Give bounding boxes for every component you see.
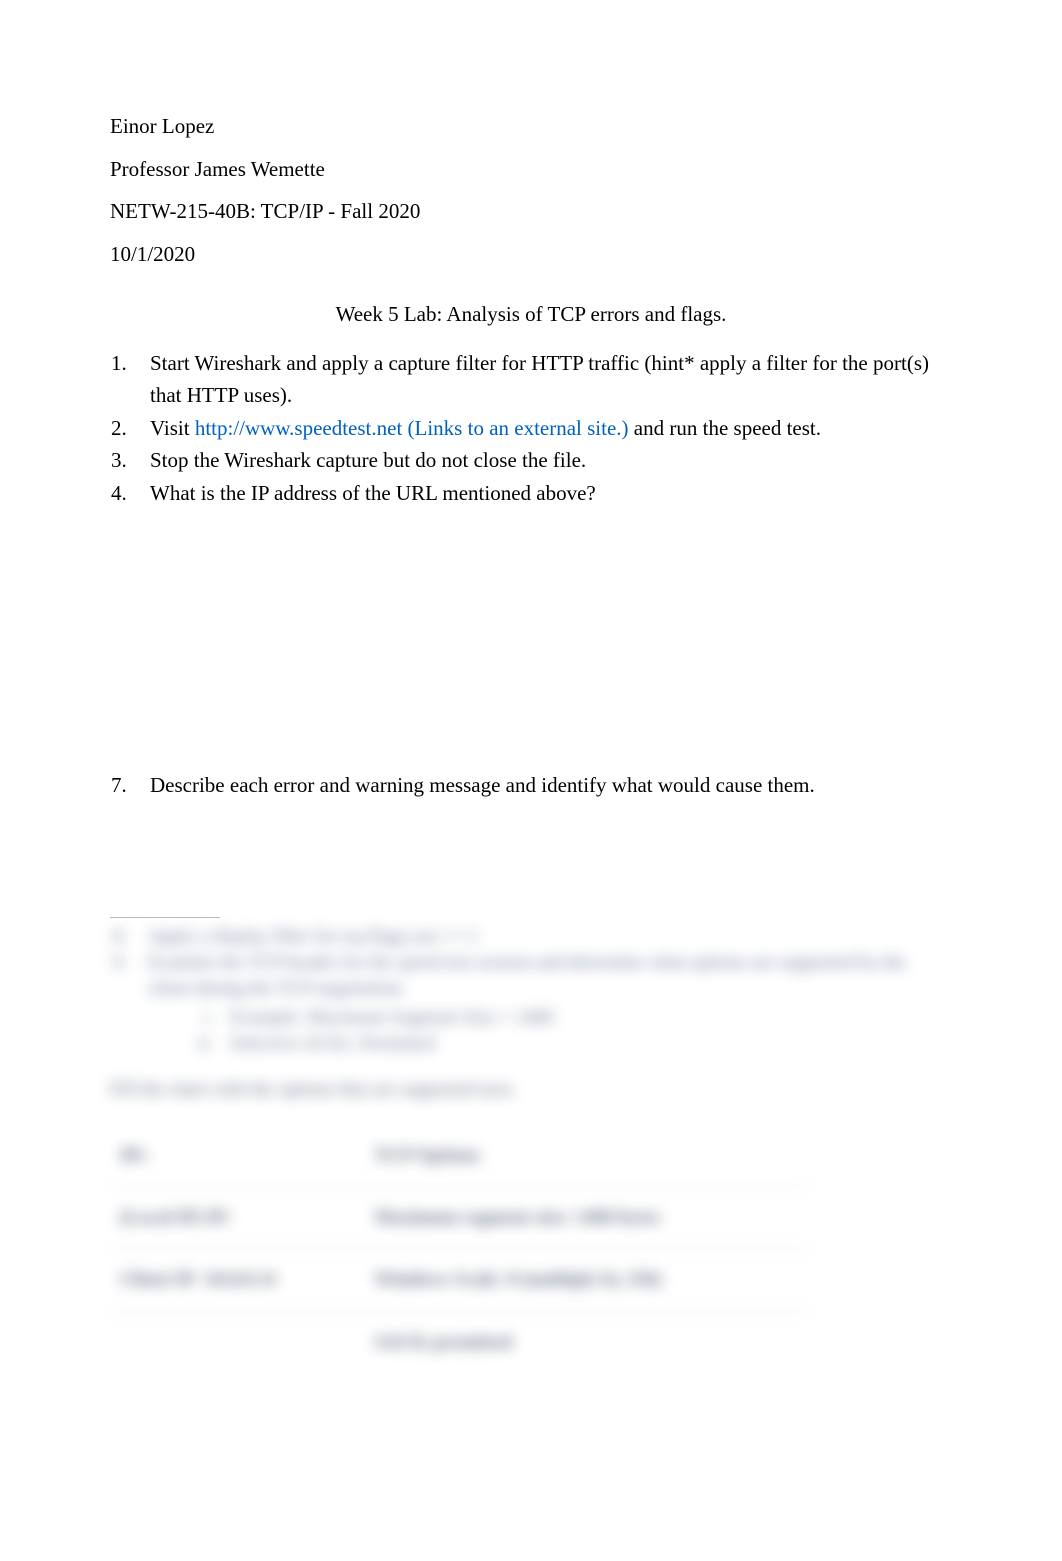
- list-text: Describe each error and warning message …: [150, 773, 815, 797]
- course-line: NETW-215-40B: TCP/IP - Fall 2020: [110, 195, 952, 228]
- list-item: Examine the TCP header for the speed tes…: [132, 950, 952, 1057]
- list-text: Start Wireshark and apply a capture filt…: [150, 351, 929, 408]
- list-item: Visit http://www.speedtest.net (Links to…: [132, 412, 952, 445]
- table-row: IPs TCP Options: [110, 1125, 809, 1187]
- date-line: 10/1/2020: [110, 238, 952, 271]
- list-item: Selective ACKs: Permitted: [218, 1031, 952, 1057]
- list-text: What is the IP address of the URL mentio…: [150, 481, 596, 505]
- table-cell: Client IP: 10.0.0.14: [110, 1249, 364, 1311]
- obscured-list: Apply a display filter for tcp.flags.syn…: [110, 924, 952, 1057]
- document-title: Week 5 Lab: Analysis of TCP errors and f…: [110, 298, 952, 331]
- table-cell: [110, 1311, 364, 1373]
- obscured-text: Example: Maximum Segment Size = 1460: [230, 1007, 554, 1028]
- instruction-list-continued: Describe each error and warning message …: [110, 769, 952, 802]
- table-row: (Local IP) IP: Maximum segment size: 146…: [110, 1186, 809, 1248]
- obscured-text: Apply a display filter for tcp.flags.syn…: [148, 926, 478, 947]
- table-header: TCP Options: [364, 1125, 809, 1187]
- list-item: Describe each error and warning message …: [132, 769, 952, 802]
- table-cell: (Local IP) IP:: [110, 1186, 364, 1248]
- table-header: IPs: [110, 1125, 364, 1187]
- spacer: [110, 802, 952, 917]
- table-cell: SACK permitted: [364, 1311, 809, 1373]
- divider: [110, 917, 220, 918]
- table-row: SACK permitted: [110, 1311, 809, 1373]
- obscured-text: Selective ACKs: Permitted: [230, 1033, 435, 1054]
- obscured-content: Apply a display filter for tcp.flags.syn…: [110, 924, 952, 1373]
- table-cell: Windows Scale: 8 (multiply by 256): [364, 1249, 809, 1311]
- author-line: Einor Lopez: [110, 110, 952, 143]
- table-cell: Maximum segment size: 1460 bytes: [364, 1186, 809, 1248]
- list-item: What is the IP address of the URL mentio…: [132, 477, 952, 510]
- tcp-options-table: IPs TCP Options (Local IP) IP: Maximum s…: [110, 1125, 809, 1374]
- obscured-sublist: Example: Maximum Segment Size = 1460 Sel…: [148, 1005, 952, 1057]
- obscured-paragraph: Fill the chart with the options that are…: [110, 1075, 952, 1104]
- obscured-text: Examine the TCP header for the speed tes…: [148, 952, 906, 999]
- list-text: Visit: [150, 416, 195, 440]
- list-item: Stop the Wireshark capture but do not cl…: [132, 444, 952, 477]
- professor-line: Professor James Wemette: [110, 153, 952, 186]
- speedtest-link[interactable]: http://www.speedtest.net (Links to an ex…: [195, 416, 629, 440]
- spacer: [110, 509, 952, 769]
- document-page: Einor Lopez Professor James Wemette NETW…: [0, 0, 1062, 1373]
- list-item: Apply a display filter for tcp.flags.syn…: [132, 924, 952, 950]
- list-item: Start Wireshark and apply a capture filt…: [132, 347, 952, 412]
- list-item: Example: Maximum Segment Size = 1460: [218, 1005, 952, 1031]
- list-text: and run the speed test.: [629, 416, 821, 440]
- instruction-list: Start Wireshark and apply a capture filt…: [110, 347, 952, 510]
- table-row: Client IP: 10.0.0.14 Windows Scale: 8 (m…: [110, 1249, 809, 1311]
- list-text: Stop the Wireshark capture but do not cl…: [150, 448, 586, 472]
